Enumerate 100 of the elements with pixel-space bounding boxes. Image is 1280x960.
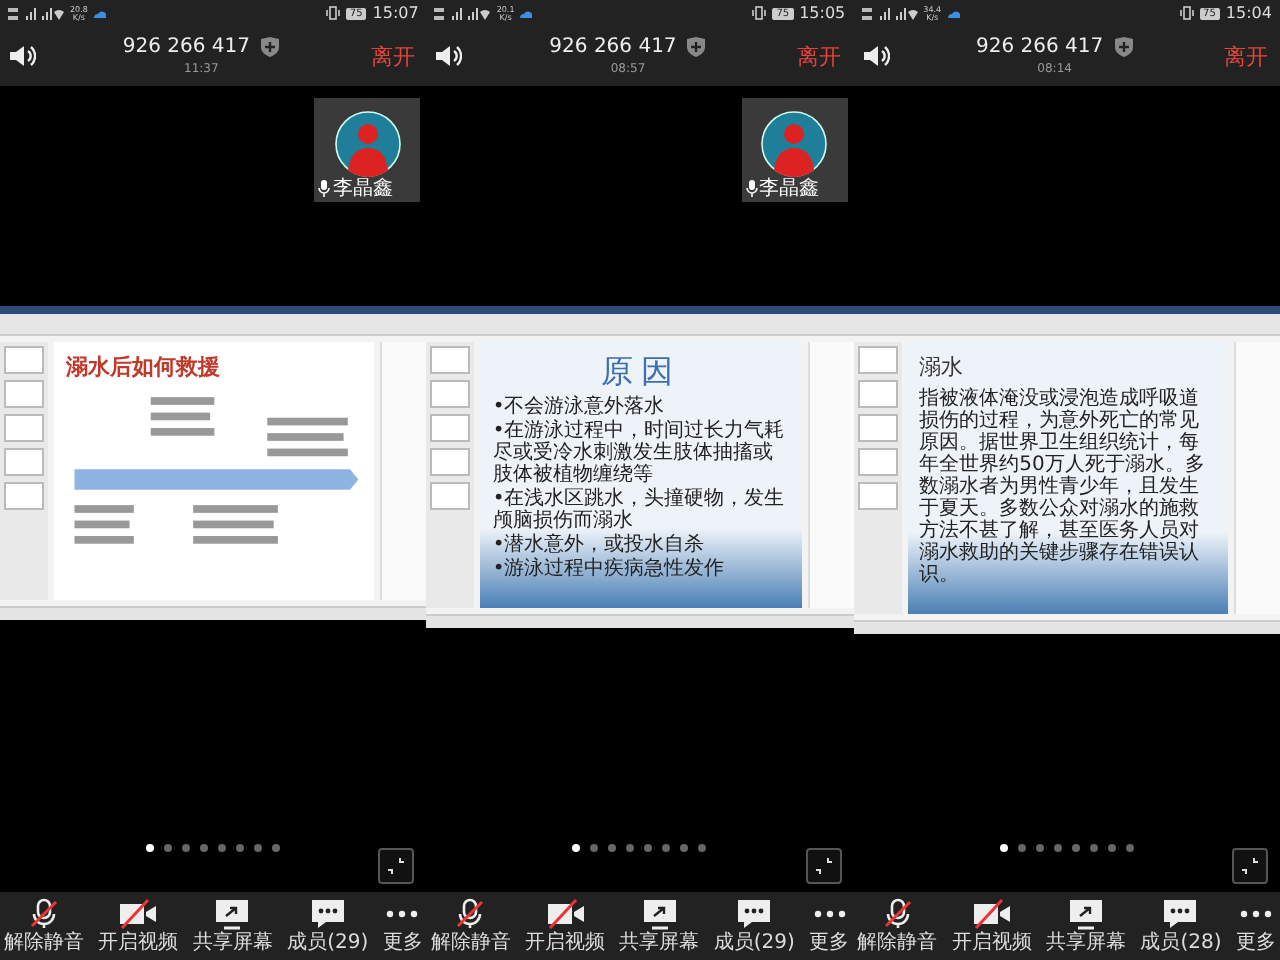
video-off-icon xyxy=(971,898,1012,930)
page-dot[interactable] xyxy=(590,844,599,852)
slide-thumbnail[interactable] xyxy=(4,414,44,442)
toolbar-button[interactable]: 解除静音 xyxy=(857,898,938,954)
meeting-id: 926 266 417 xyxy=(122,36,250,58)
page-dot[interactable] xyxy=(662,844,671,852)
toolbar-button[interactable]: 开启视频 xyxy=(98,898,179,954)
toolbar-button[interactable]: 解除静音 xyxy=(4,898,84,954)
cloud-icon xyxy=(93,9,106,17)
page-dot[interactable] xyxy=(1125,844,1134,852)
participant-name: 李晶鑫 xyxy=(759,178,820,200)
chat-bubble-icon xyxy=(1162,898,1199,930)
slide-bullet: •游泳过程中疾病急性发作 xyxy=(492,558,727,580)
collapse-corners-icon xyxy=(813,856,834,876)
page-dot[interactable] xyxy=(680,844,689,852)
muted-microphone-icon xyxy=(454,898,487,930)
signal-icon xyxy=(434,5,491,21)
page-dot[interactable] xyxy=(608,844,617,852)
participant-tile[interactable]: 李晶鑫 xyxy=(314,98,421,202)
page-dot[interactable] xyxy=(1107,844,1116,852)
page-dot[interactable] xyxy=(218,844,227,852)
avatar-icon xyxy=(333,110,402,178)
slide-title: 溺水 xyxy=(919,352,966,382)
page-dot[interactable] xyxy=(1089,844,1098,852)
participant-tile[interactable]: 李晶鑫 xyxy=(741,98,848,202)
slide-thumbnail[interactable] xyxy=(857,414,898,442)
cloud-icon xyxy=(520,9,533,17)
toolbar-button[interactable]: 开启视频 xyxy=(951,898,1032,954)
toolbar-button[interactable]: 成员(28) xyxy=(1140,898,1222,954)
page-dot[interactable] xyxy=(236,844,245,852)
slide-title: 原因 xyxy=(598,352,683,394)
slide-thumbnail[interactable] xyxy=(4,482,44,510)
slide-thumbnail[interactable] xyxy=(4,380,44,408)
toolbar-button[interactable]: 更多 xyxy=(1235,898,1276,954)
vibrate-icon xyxy=(1179,6,1194,20)
page-dot[interactable] xyxy=(182,844,191,852)
collapse-corners-icon xyxy=(1239,856,1260,876)
slide-thumbnail[interactable] xyxy=(430,380,471,408)
page-dot[interactable] xyxy=(626,844,635,852)
page-dot[interactable] xyxy=(146,844,155,852)
slide-thumbnail[interactable] xyxy=(430,482,471,510)
slide-thumbnail[interactable] xyxy=(857,346,898,374)
share-screen-icon xyxy=(1068,898,1105,930)
toolbar-button[interactable]: 成员(29) xyxy=(713,898,795,954)
clock-time: 15:07 xyxy=(372,4,419,22)
muted-microphone-icon xyxy=(28,898,60,930)
slide-paragraph: 指被液体淹没或浸泡造成呼吸道损伤的过程，为意外死亡的常见原因。据世界卫生组织统计，每年全世界约50万人死于溺水。多数溺水者为男性青少年，且发生于夏天。多数公众对溺水的施救方法不甚了解，甚至医务人员对溺水救助的关键步骤存在错误认识。 xyxy=(919,388,1207,586)
page-dot[interactable] xyxy=(200,844,209,852)
slide-thumbnail[interactable] xyxy=(857,482,898,510)
shield-plus-icon[interactable] xyxy=(1113,36,1134,58)
meeting-id: 926 266 417 xyxy=(549,36,677,58)
leave-button[interactable]: 离开 xyxy=(1219,37,1272,75)
chat-bubble-icon xyxy=(736,898,773,930)
slide-thumbnail[interactable] xyxy=(430,448,471,476)
page-dot[interactable] xyxy=(272,844,281,852)
toolbar-button[interactable]: 开启视频 xyxy=(525,898,606,954)
avatar-icon xyxy=(760,110,829,178)
toolbar-button[interactable]: 更多 xyxy=(382,898,423,954)
slide-thumbnail[interactable] xyxy=(430,346,471,374)
slide-bullet: •潜水意外，或投水自杀 xyxy=(492,534,707,556)
vibrate-icon xyxy=(325,6,340,20)
slide-thumbnail[interactable] xyxy=(4,448,44,476)
toolbar-button[interactable]: 解除静音 xyxy=(430,898,511,954)
slide-thumbnail[interactable] xyxy=(4,346,44,374)
shield-plus-icon[interactable] xyxy=(259,36,280,58)
page-dot[interactable] xyxy=(572,844,581,852)
page-dot[interactable] xyxy=(644,844,653,852)
signal-icon xyxy=(8,5,64,21)
page-dot[interactable] xyxy=(1035,844,1044,852)
toolbar-button[interactable]: 成员(29) xyxy=(287,898,369,954)
slide-thumbnail[interactable] xyxy=(430,414,471,442)
shield-plus-icon[interactable] xyxy=(686,36,707,58)
toolbar-button[interactable]: 共享屏幕 xyxy=(192,898,273,954)
clock-time: 15:05 xyxy=(799,4,846,22)
page-dot[interactable] xyxy=(1053,844,1062,852)
fullscreen-button[interactable] xyxy=(378,848,415,884)
speaker-icon[interactable] xyxy=(434,44,463,68)
fullscreen-button[interactable] xyxy=(1231,848,1268,884)
fullscreen-button[interactable] xyxy=(805,848,842,884)
share-screen-icon xyxy=(641,898,678,930)
leave-button[interactable]: 离开 xyxy=(366,37,419,75)
page-dot[interactable] xyxy=(164,844,173,852)
vibrate-icon xyxy=(752,6,767,20)
speaker-icon[interactable] xyxy=(861,44,890,68)
slide-thumbnail[interactable] xyxy=(857,380,898,408)
toolbar-button[interactable]: 更多 xyxy=(809,898,850,954)
page-dot[interactable] xyxy=(1071,844,1080,852)
page-dot[interactable] xyxy=(698,844,707,852)
page-dot[interactable] xyxy=(1017,844,1026,852)
page-dot[interactable] xyxy=(999,844,1008,852)
video-off-icon xyxy=(118,898,159,930)
slide-thumbnail[interactable] xyxy=(857,448,898,476)
toolbar-button[interactable]: 共享屏幕 xyxy=(1046,898,1127,954)
page-dot[interactable] xyxy=(254,844,263,852)
slide-bullet: •在游泳过程中，时间过长力气耗尽或受冷水刺激发生肢体抽搐或肢体被植物缠绕等 xyxy=(492,420,787,486)
toolbar-button[interactable]: 共享屏幕 xyxy=(619,898,700,954)
signal-icon xyxy=(861,5,918,21)
microphone-icon xyxy=(318,180,331,198)
speaker-icon[interactable] xyxy=(8,44,36,68)
leave-button[interactable]: 离开 xyxy=(793,37,846,75)
